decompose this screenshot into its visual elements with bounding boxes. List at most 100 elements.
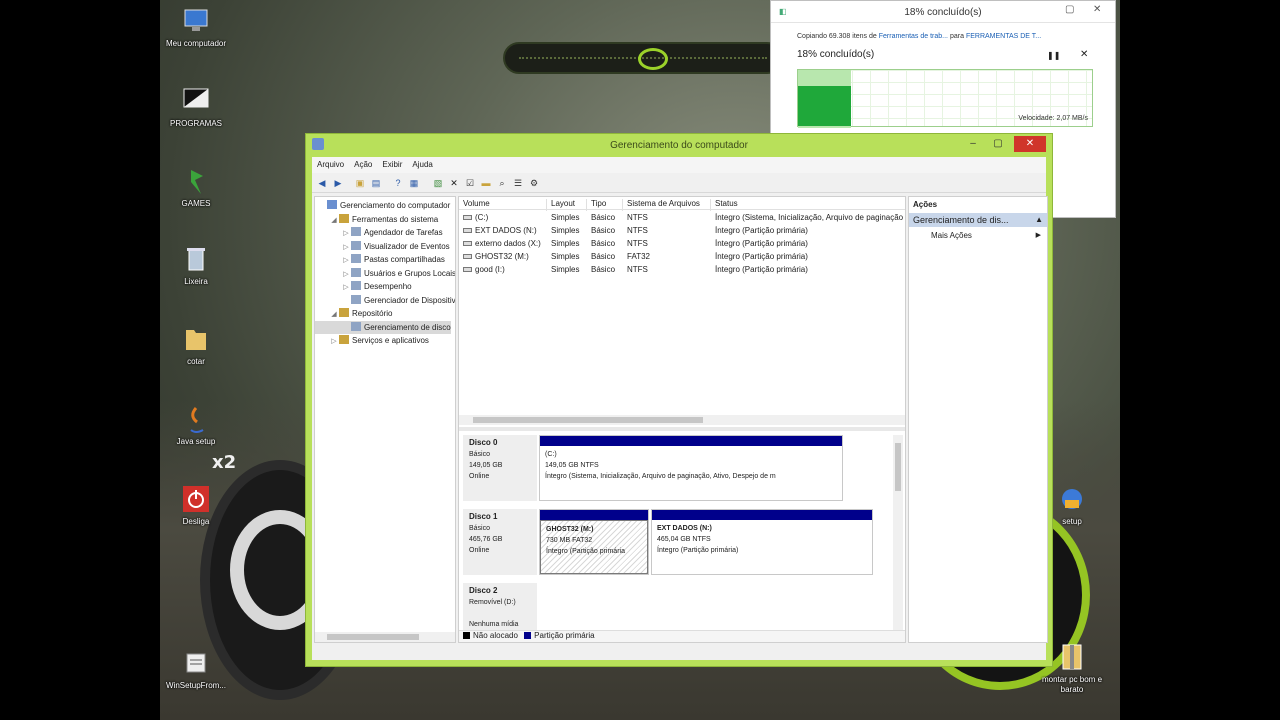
setup-icon — [1057, 484, 1087, 514]
partition-c[interactable]: (C:) 149,05 GB NTFS Íntegro (Sistema, In… — [539, 435, 843, 501]
power-icon — [181, 484, 211, 514]
tree-item[interactable]: ◢ Repositório — [315, 307, 392, 320]
menu-ajuda[interactable]: Ajuda — [407, 157, 437, 172]
tree-item[interactable]: ▷ Visualizador de Eventos — [315, 240, 450, 253]
volume-cell-volume: GHOST32 (M:) — [475, 252, 529, 261]
delete-icon[interactable]: ✕ — [448, 177, 460, 189]
volume-cell-tipo: Básico — [591, 239, 616, 248]
cancel-copy-icon[interactable]: ✕ — [1080, 49, 1088, 60]
volume-list-horizontal-scrollbar[interactable] — [459, 415, 905, 425]
expand-icon[interactable]: ▷ — [341, 227, 351, 240]
volume-cell-volume: (C:) — [475, 213, 489, 222]
column-volume[interactable]: Volume — [459, 199, 547, 211]
desktop: x2 Meu computador PROGRAMAS GAMES Lixeir… — [160, 0, 1120, 720]
desktop-icon-java-setup[interactable]: Java setup — [160, 404, 238, 447]
volume-list-pane: Volume Layout Tipo Sistema de Arquivos S… — [458, 196, 906, 643]
desktop-icon-winsetup[interactable]: WinSetupFrom... — [160, 648, 238, 691]
volume-cell-layout: Simples — [551, 213, 580, 222]
help-icon[interactable]: ? — [392, 177, 404, 189]
expand-icon[interactable]: ▷ — [341, 254, 351, 267]
tree-node-icon — [339, 308, 349, 317]
settings-icon[interactable]: ⚙ — [528, 177, 540, 189]
desktop-icon-recycle-bin[interactable]: Lixeira — [160, 244, 238, 287]
menu-acao[interactable]: Ação — [349, 157, 377, 172]
drive-icon — [463, 254, 472, 259]
list-icon[interactable]: ☰ — [512, 177, 524, 189]
check-icon[interactable]: ☑ — [464, 177, 476, 189]
copy-destination-link[interactable]: FERRAMENTAS DE T... — [966, 33, 1041, 40]
expand-icon[interactable]: ◢ — [329, 214, 339, 227]
tree-item-label: Agendador de Tarefas — [364, 228, 443, 237]
show-tree-icon[interactable]: ▤ — [370, 177, 382, 189]
column-layout[interactable]: Layout — [547, 199, 587, 211]
desktop-icon-cotar[interactable]: cotar — [160, 324, 238, 367]
column-status[interactable]: Status — [711, 199, 905, 211]
desktop-icon-desliga[interactable]: Desliga — [160, 484, 238, 527]
tree-horizontal-scrollbar[interactable] — [315, 632, 455, 642]
tree-item[interactable]: Gerenciamento do computador — [315, 199, 450, 212]
close-button[interactable]: ✕ — [1014, 136, 1046, 152]
expand-icon[interactable]: ▷ — [341, 268, 351, 281]
desktop-icon-computer[interactable]: Meu computador — [160, 6, 238, 49]
tree-item[interactable]: ▷ Agendador de Tarefas — [315, 226, 443, 239]
volume-row[interactable]: externo dados (X:) Simples Básico NTFS Ínteg… — [459, 237, 905, 250]
partition-ghost32-bar — [540, 510, 648, 520]
view-icon[interactable]: ▦ — [408, 177, 420, 189]
volume-cell-status: Íntegro (Partição primária) — [715, 239, 808, 248]
partition-ext-dados[interactable]: EXT DADOS (N:) 465,04 GB NTFS Íntegro (P… — [651, 509, 873, 575]
forward-icon[interactable]: ▶ — [332, 177, 344, 189]
partition-ghost32[interactable]: GHOST32 (M:) 730 MB FAT32 Íntegro (Parti… — [539, 509, 649, 575]
disk-2-info[interactable]: Disco 2 Removível (D:) Nenhuma mídia — [463, 583, 537, 631]
speed-label: Velocidade: 2,07 MB/s — [1018, 115, 1088, 122]
expand-icon[interactable]: ▷ — [341, 241, 351, 254]
volume-row[interactable]: GHOST32 (M:) Simples Básico FAT32 Íntegro (P… — [459, 250, 905, 263]
back-icon[interactable]: ◀ — [316, 177, 328, 189]
disk-map-vertical-scrollbar[interactable] — [893, 435, 903, 631]
properties-icon[interactable]: ▧ — [432, 177, 444, 189]
volume-cell-status: Íntegro (Partição primária) — [715, 252, 808, 261]
expand-icon[interactable]: ▷ — [341, 281, 351, 294]
minimize-button[interactable]: ▢ — [1065, 4, 1074, 15]
window-titlebar[interactable]: Gerenciamento do computador – ▢ ✕ — [306, 134, 1052, 156]
expand-icon[interactable]: ▷ — [329, 335, 339, 348]
desktop-icon-programas[interactable]: PROGRAMAS — [160, 86, 238, 129]
actions-section-disk-management[interactable]: Gerenciamento de dis... ▲ — [909, 213, 1047, 227]
tree-item[interactable]: Gerenciamento de disco — [315, 320, 451, 334]
open-folder-icon[interactable]: ▬ — [480, 177, 492, 189]
disk-0-name: Disco 0 — [469, 438, 498, 447]
collapse-icon[interactable]: ▲ — [1035, 215, 1043, 224]
up-folder-icon[interactable]: ▣ — [354, 177, 366, 189]
recycle-bin-icon — [181, 244, 211, 274]
tree-item[interactable]: ▷ Usuários e Grupos Locais — [315, 267, 456, 281]
search-icon[interactable]: ⌕ — [496, 177, 508, 189]
volume-row[interactable]: EXT DADOS (N:) Simples Básico NTFS Íntegro (… — [459, 224, 905, 237]
menu-arquivo[interactable]: Arquivo — [312, 157, 349, 172]
volume-row[interactable]: (C:) Simples Básico NTFS Íntegro (Sistema, I… — [459, 211, 905, 224]
maximize-button[interactable]: ▢ — [986, 136, 1010, 152]
expand-icon[interactable]: ◢ — [329, 308, 339, 321]
tree-item[interactable]: Gerenciador de Dispositivos — [315, 294, 455, 307]
tree-item[interactable]: ▷ Desempenho — [315, 280, 412, 293]
desktop-icon-games[interactable]: GAMES — [160, 166, 238, 209]
tree-item-label: Repositório — [352, 309, 393, 318]
tree-item-label: Usuários e Grupos Locais — [364, 268, 456, 278]
tree-item[interactable]: ◢ Ferramentas do sistema — [315, 213, 438, 226]
toolbar: ◀ ▶ ▣ ▤ ? ▦ ▧ ✕ ☑ ▬ ⌕ ☰ ⚙ — [312, 173, 1046, 193]
more-actions-link[interactable]: Mais Ações ▶ — [931, 231, 1043, 243]
tree-item[interactable]: ▷ Serviços e aplicativos — [315, 334, 429, 347]
disk-1-info[interactable]: Disco 1 Básico 465,76 GB Online — [463, 509, 537, 575]
volume-cell-layout: Simples — [551, 239, 580, 248]
actions-pane: Ações Gerenciamento de dis... ▲ Mais Açõ… — [908, 196, 1048, 643]
tree-item-label: Visualizador de Eventos — [364, 241, 450, 251]
close-button[interactable]: ✕ — [1093, 4, 1101, 15]
disk-0-info[interactable]: Disco 0 Básico 149,05 GB Online — [463, 435, 537, 501]
pause-icon[interactable]: ❚❚ — [1047, 51, 1060, 60]
volume-row[interactable]: good (I:) Simples Básico NTFS Íntegro (Parti… — [459, 263, 905, 276]
tree-item[interactable]: ▷ Pastas compartilhadas — [315, 253, 445, 266]
menu-exibir[interactable]: Exibir — [377, 157, 407, 172]
column-sistema-arquivos[interactable]: Sistema de Arquivos — [623, 199, 711, 211]
minimize-button[interactable]: – — [962, 136, 984, 152]
navigation-tree: Gerenciamento do computador ◢ Ferramentas … — [314, 196, 456, 643]
column-tipo[interactable]: Tipo — [587, 199, 623, 211]
copy-source-link[interactable]: Ferramentas de trab... — [879, 33, 948, 40]
